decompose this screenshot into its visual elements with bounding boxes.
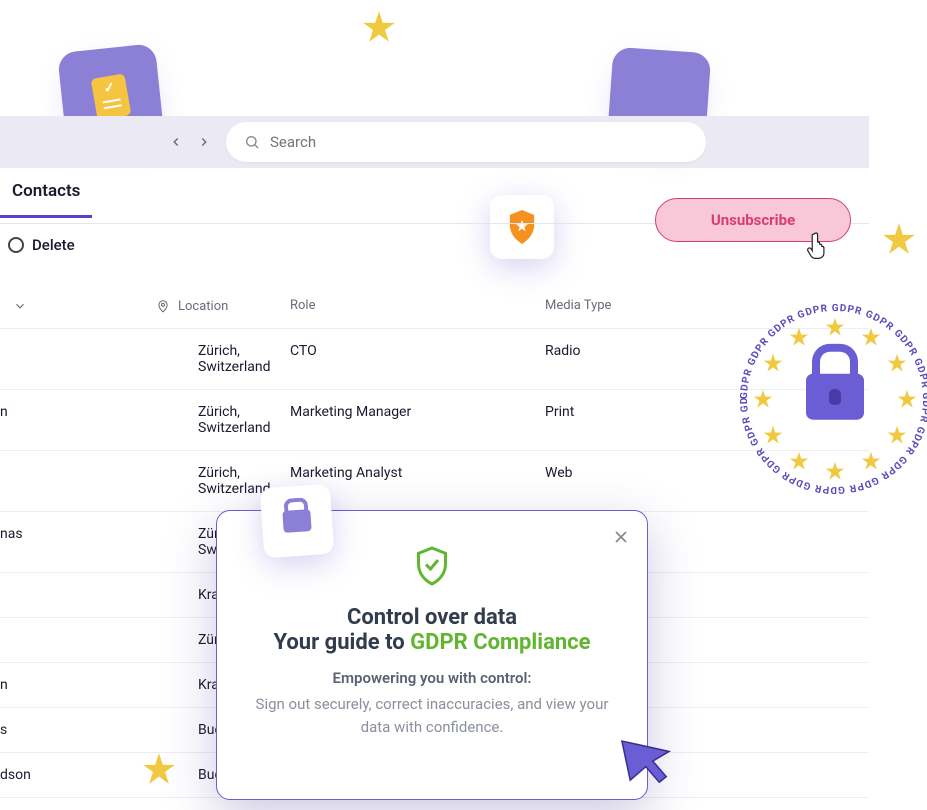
checklist-icon — [91, 73, 132, 120]
cell-location: Zürich, Switzerland — [40, 465, 290, 497]
cell-media: Web — [545, 465, 765, 497]
cursor-hand-icon — [806, 230, 832, 266]
cell-role: CTO — [290, 343, 545, 375]
chevron-down-icon[interactable] — [0, 298, 40, 314]
modal-body-text: Sign out securely, correct inaccuracies,… — [245, 693, 619, 738]
cell-name — [0, 632, 40, 648]
cell-name: dson — [0, 767, 40, 783]
table-header: Location Role Media Type — [0, 284, 869, 329]
cell-name — [0, 587, 40, 603]
cell-name — [0, 343, 40, 375]
lock-icon — [644, 86, 675, 112]
toolbar — [0, 116, 869, 168]
col-media-header: Media Type — [545, 298, 765, 314]
cell-media: Print — [545, 404, 765, 436]
cell-name: nas — [0, 526, 40, 558]
star-icon — [896, 388, 918, 410]
gdpr-lock-icon — [806, 374, 864, 420]
star-icon — [762, 424, 784, 446]
table-row[interactable]: nZürich, SwitzerlandMarketing ManagerPri… — [0, 390, 869, 451]
star-icon — [762, 352, 784, 374]
star-icon — [752, 388, 774, 410]
modal-title-line1: Control over data — [245, 605, 619, 630]
delete-label: Delete — [32, 236, 75, 254]
lock-icon — [282, 509, 311, 533]
cell-media: Radio — [545, 343, 765, 375]
star-icon — [860, 326, 882, 348]
cell-location: Zürich, Switzerland — [40, 404, 290, 436]
col-location-header: Location — [178, 299, 228, 314]
cursor-arrow-icon — [620, 730, 676, 786]
star-icon — [360, 8, 398, 46]
modal-subtitle: Empowering you with control: — [245, 669, 619, 687]
search-box[interactable] — [226, 122, 706, 162]
cell-role: Marketing Manager — [290, 404, 545, 436]
table-row[interactable]: Zürich, SwitzerlandMarketing AnalystWeb — [0, 451, 869, 512]
close-button[interactable] — [611, 527, 631, 551]
star-icon — [788, 326, 810, 348]
star-icon — [788, 450, 810, 472]
star-icon — [880, 220, 918, 258]
modal-title-line2: Your guide to GDPR Compliance — [245, 630, 619, 655]
star-icon — [886, 424, 908, 446]
lock-badge-small — [260, 484, 335, 559]
star-icon — [886, 352, 908, 374]
cell-name — [0, 465, 40, 497]
table-row[interactable]: Zürich, SwitzerlandCTORadio — [0, 329, 869, 390]
cell-name: n — [0, 404, 40, 436]
nav-back-button[interactable] — [166, 132, 186, 152]
cell-location: Zürich, Switzerland — [40, 343, 290, 375]
star-icon — [824, 460, 846, 482]
search-icon — [244, 134, 260, 150]
search-input[interactable] — [270, 133, 688, 151]
star-icon — [860, 450, 882, 472]
gdpr-badge: GDPR GDPR GDPR GDPR GDPR GDPR GDPR GDPR … — [740, 304, 927, 494]
nav-forward-button[interactable] — [194, 132, 214, 152]
location-pin-icon — [156, 298, 170, 314]
col-role-header: Role — [290, 298, 545, 314]
delete-button[interactable]: Delete — [8, 236, 75, 254]
cell-name: s — [0, 722, 40, 738]
delete-circle-icon — [8, 237, 24, 253]
tab-contacts[interactable]: Contacts — [0, 181, 92, 218]
star-icon — [824, 316, 846, 338]
cell-name: n — [0, 677, 40, 693]
